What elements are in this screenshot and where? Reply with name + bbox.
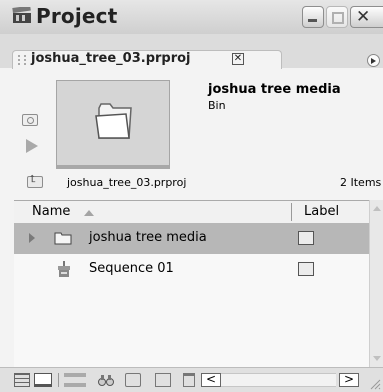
minimize-button[interactable] bbox=[302, 6, 324, 28]
sequence-icon bbox=[58, 261, 70, 277]
scroll-down-icon[interactable] bbox=[373, 356, 381, 361]
play-icon[interactable] bbox=[26, 139, 38, 153]
automate-to-sequence-icon[interactable] bbox=[64, 373, 86, 387]
icon-view-icon[interactable] bbox=[34, 373, 52, 387]
new-item-icon[interactable] bbox=[155, 373, 171, 387]
window-title: Project bbox=[36, 4, 118, 28]
item-count: 2 Items bbox=[340, 176, 382, 189]
scroll-up-icon[interactable] bbox=[373, 206, 381, 211]
vertical-scrollbar[interactable] bbox=[369, 200, 383, 367]
preview-clip-name: joshua tree media bbox=[208, 82, 341, 97]
up-folder-icon[interactable] bbox=[27, 174, 43, 188]
list-view-icon[interactable] bbox=[14, 373, 30, 387]
camera-icon[interactable] bbox=[22, 114, 38, 126]
tab-strip: joshua_tree_03.prproj ✕ bbox=[0, 34, 383, 69]
panel-menu-icon[interactable] bbox=[367, 54, 380, 67]
bin-folder-icon bbox=[54, 232, 72, 245]
maximize-button[interactable] bbox=[326, 6, 348, 28]
film-slate-icon bbox=[12, 7, 31, 23]
preview-clip-type: Bin bbox=[208, 99, 226, 112]
find-binoculars-icon[interactable] bbox=[98, 373, 114, 387]
list-item[interactable]: joshua tree media bbox=[14, 223, 369, 254]
folder-icon bbox=[95, 103, 132, 139]
project-info-row: joshua_tree_03.prproj 2 Items bbox=[0, 166, 383, 200]
project-item-list: Name Label joshua tree media Sequence 01 bbox=[14, 200, 369, 368]
item-name: joshua tree media bbox=[89, 230, 207, 245]
tab-label: joshua_tree_03.prproj bbox=[31, 51, 191, 66]
label-color-swatch[interactable] bbox=[298, 262, 314, 276]
list-header: Name Label bbox=[14, 201, 369, 224]
expand-triangle-icon[interactable] bbox=[29, 233, 35, 243]
column-divider[interactable] bbox=[291, 203, 292, 221]
new-bin-icon[interactable] bbox=[125, 373, 141, 387]
preview-thumbnail bbox=[56, 80, 170, 169]
toolbar-divider bbox=[58, 373, 59, 387]
trash-icon[interactable] bbox=[183, 373, 195, 387]
sort-ascending-icon bbox=[84, 210, 94, 216]
resize-grip-icon[interactable] bbox=[367, 376, 381, 390]
column-header-name[interactable]: Name bbox=[32, 204, 70, 219]
bottom-toolbar: < > bbox=[0, 367, 383, 392]
tab-close-icon[interactable]: ✕ bbox=[232, 53, 244, 65]
scroll-left-button[interactable]: < bbox=[201, 373, 221, 387]
close-window-button[interactable] bbox=[350, 6, 383, 28]
project-name: joshua_tree_03.prproj bbox=[67, 176, 187, 189]
title-bar: Project bbox=[0, 0, 383, 35]
tab-project[interactable]: joshua_tree_03.prproj ✕ bbox=[12, 50, 282, 69]
label-color-swatch[interactable] bbox=[298, 231, 314, 245]
horizontal-scrollbar[interactable] bbox=[221, 373, 336, 387]
scroll-right-button[interactable]: > bbox=[339, 373, 359, 387]
list-item[interactable]: Sequence 01 bbox=[14, 254, 369, 285]
column-header-label[interactable]: Label bbox=[304, 204, 339, 219]
item-name: Sequence 01 bbox=[89, 261, 174, 276]
